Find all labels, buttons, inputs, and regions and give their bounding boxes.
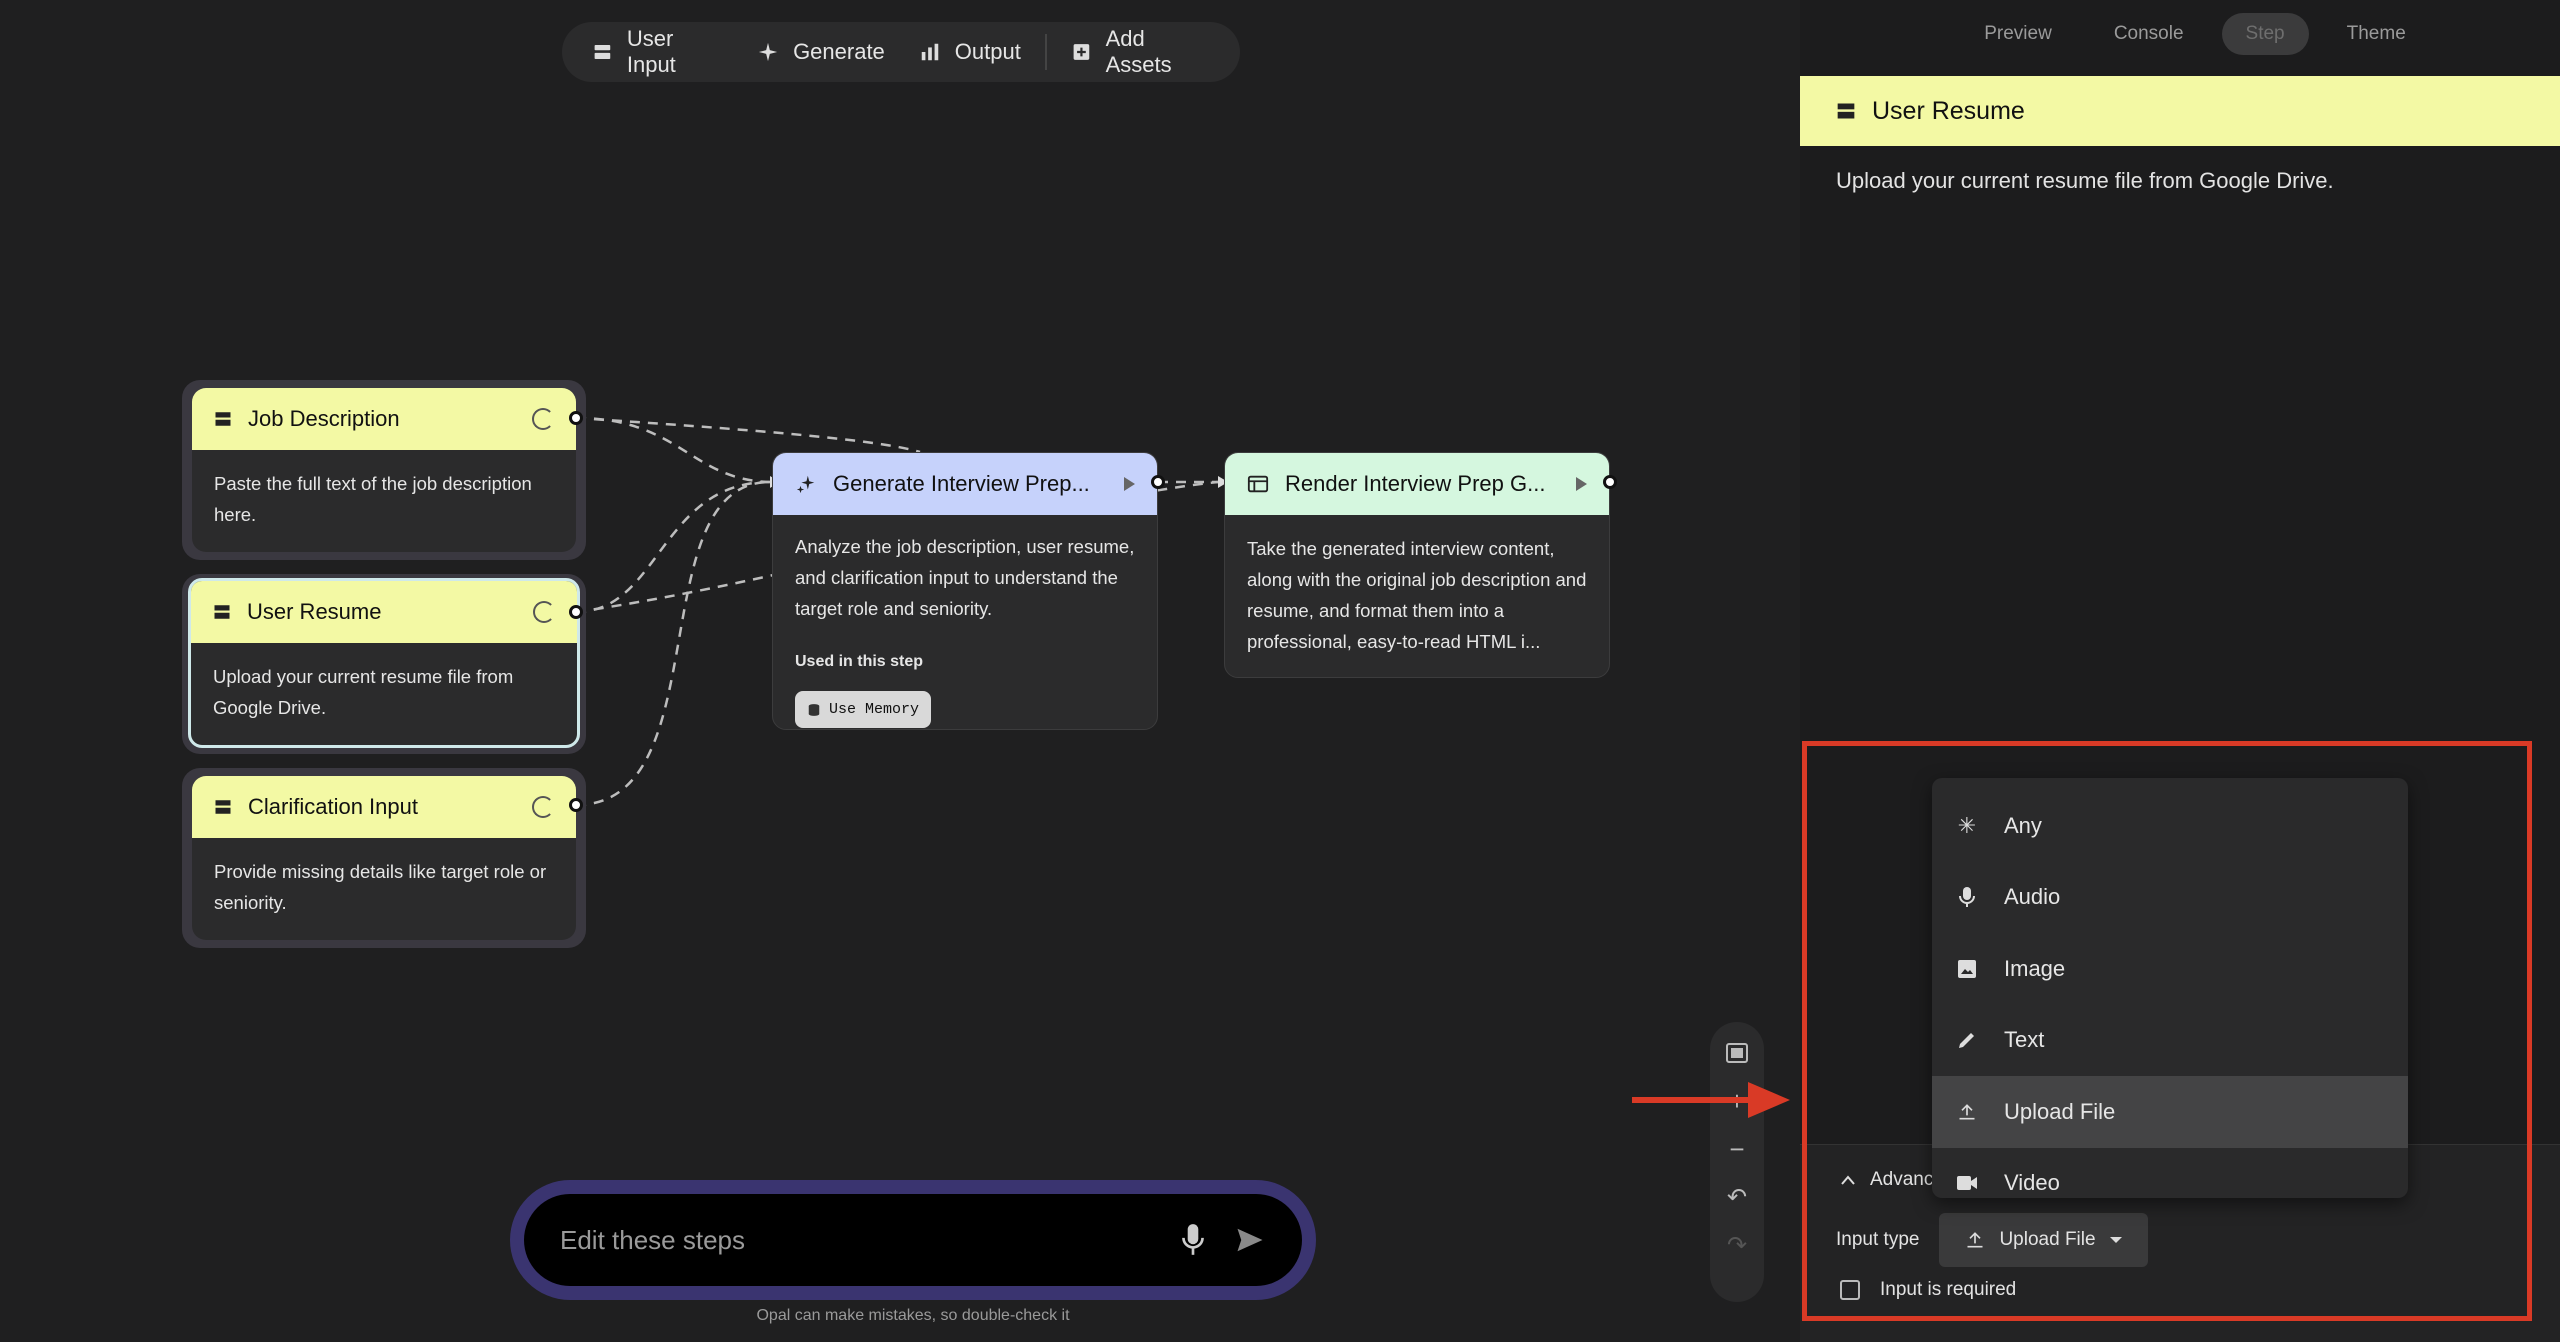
user-input-icon — [214, 605, 230, 619]
node-title: Render Interview Prep G... — [1285, 471, 1546, 496]
edge-clarification-to-generate — [575, 480, 771, 807]
user-input-icon — [1837, 103, 1855, 119]
node-description: Upload your current resume file from Goo… — [213, 666, 514, 718]
node-header: Job Description — [192, 388, 576, 450]
user-input-icon — [215, 412, 231, 426]
edit-steps-inner — [524, 1194, 1302, 1286]
tab-theme[interactable]: Theme — [2323, 13, 2430, 55]
edge-resume-to-generate — [575, 480, 771, 614]
node-description: Paste the full text of the job descripti… — [214, 473, 532, 525]
generate-button[interactable]: Generate — [745, 30, 897, 74]
edge-job-to-generate — [575, 416, 771, 484]
output-port[interactable] — [569, 798, 583, 812]
tab-console[interactable]: Console — [2090, 13, 2208, 55]
add-assets-button[interactable]: Add Assets — [1059, 26, 1222, 77]
zoom-controls: + − ↶ ↷ — [1710, 1022, 1764, 1302]
edit-steps-box — [510, 1180, 1316, 1300]
output-port[interactable] — [569, 605, 583, 619]
bar-chart-icon — [921, 43, 939, 61]
web-page-icon — [1247, 475, 1269, 493]
tab-step[interactable]: Step — [2221, 13, 2309, 55]
node-user-resume[interactable]: User Resume Upload your current resume f… — [188, 578, 580, 748]
user-input-button[interactable]: User Input — [580, 26, 735, 77]
node-header: User Resume — [191, 581, 577, 643]
use-memory-chip[interactable]: Use Memory — [795, 691, 932, 728]
output-button[interactable]: Output — [907, 30, 1033, 74]
step-header: User Resume — [1800, 76, 2560, 146]
top-toolbar: User Input Generate Output Add Assets — [562, 22, 1240, 82]
workflow-canvas[interactable]: User Input Generate Output Add Assets Jo… — [0, 0, 1800, 1342]
edge-job-to-render — [575, 416, 921, 454]
node-render-interview-prep[interactable]: Render Interview Prep G... Take the gene… — [1224, 452, 1610, 678]
node-description: Analyze the job description, user resume… — [795, 536, 1135, 619]
output-port[interactable] — [569, 411, 583, 425]
redo-icon[interactable]: ↷ — [1727, 1230, 1747, 1260]
fit-view-icon[interactable] — [1725, 1038, 1749, 1068]
highlight-box — [1802, 741, 2532, 1321]
play-icon[interactable] — [1576, 477, 1587, 491]
microphone-icon[interactable] — [1180, 1222, 1206, 1258]
arrow-annotation — [1632, 1082, 1790, 1118]
database-icon — [808, 703, 820, 716]
disclaimer-text: Opal can make mistakes, so double-check … — [756, 1307, 1070, 1324]
node-clarification-input[interactable]: Clarification Input Provide missing deta… — [192, 776, 576, 940]
send-icon[interactable] — [1234, 1225, 1266, 1255]
loading-icon — [533, 601, 555, 623]
node-title: Job Description — [248, 406, 400, 431]
edit-steps-input[interactable] — [560, 1224, 1152, 1256]
output-port[interactable] — [1151, 475, 1165, 489]
add-assets-label: Add Assets — [1105, 26, 1172, 77]
tab-preview[interactable]: Preview — [1960, 13, 2076, 55]
loading-icon — [532, 796, 554, 818]
sparkle-icon — [758, 42, 778, 62]
node-header: Clarification Input — [192, 776, 576, 838]
generate-label: Generate — [793, 39, 885, 64]
node-header: Generate Interview Prep... — [773, 453, 1157, 515]
output-label: Output — [954, 39, 1021, 64]
play-icon[interactable] — [1124, 477, 1135, 491]
used-in-step-label: Used in this step — [795, 653, 924, 670]
sparkle-icon — [796, 475, 815, 494]
user-input-icon — [594, 45, 611, 59]
loading-icon — [532, 408, 554, 430]
node-header: Render Interview Prep G... — [1225, 453, 1609, 515]
zoom-out-icon[interactable]: − — [1729, 1134, 1744, 1164]
node-job-description[interactable]: Job Description Paste the full text of t… — [192, 388, 576, 552]
node-body: Analyze the job description, user resume… — [773, 515, 1157, 729]
panel-tabs: Preview Console Step Theme — [1800, 0, 2560, 68]
toolbar-divider — [1044, 34, 1047, 70]
user-input-label: User Input — [626, 26, 676, 77]
node-title: Generate Interview Prep... — [833, 471, 1090, 496]
user-input-icon — [215, 800, 231, 814]
output-port[interactable] — [1603, 475, 1617, 489]
node-description: Provide missing details like target role… — [214, 861, 547, 913]
node-title: Clarification Input — [248, 794, 418, 819]
step-title: User Resume — [1872, 96, 2025, 125]
undo-icon[interactable]: ↶ — [1727, 1182, 1747, 1212]
node-description: Take the generated interview content, al… — [1247, 538, 1587, 652]
node-title: User Resume — [247, 599, 382, 624]
node-generate-interview-prep[interactable]: Generate Interview Prep... Analyze the j… — [772, 452, 1158, 730]
step-description[interactable]: Upload your current resume file from Goo… — [1836, 168, 2334, 194]
add-box-icon — [1073, 44, 1090, 60]
chip-label: Use Memory — [829, 701, 920, 718]
